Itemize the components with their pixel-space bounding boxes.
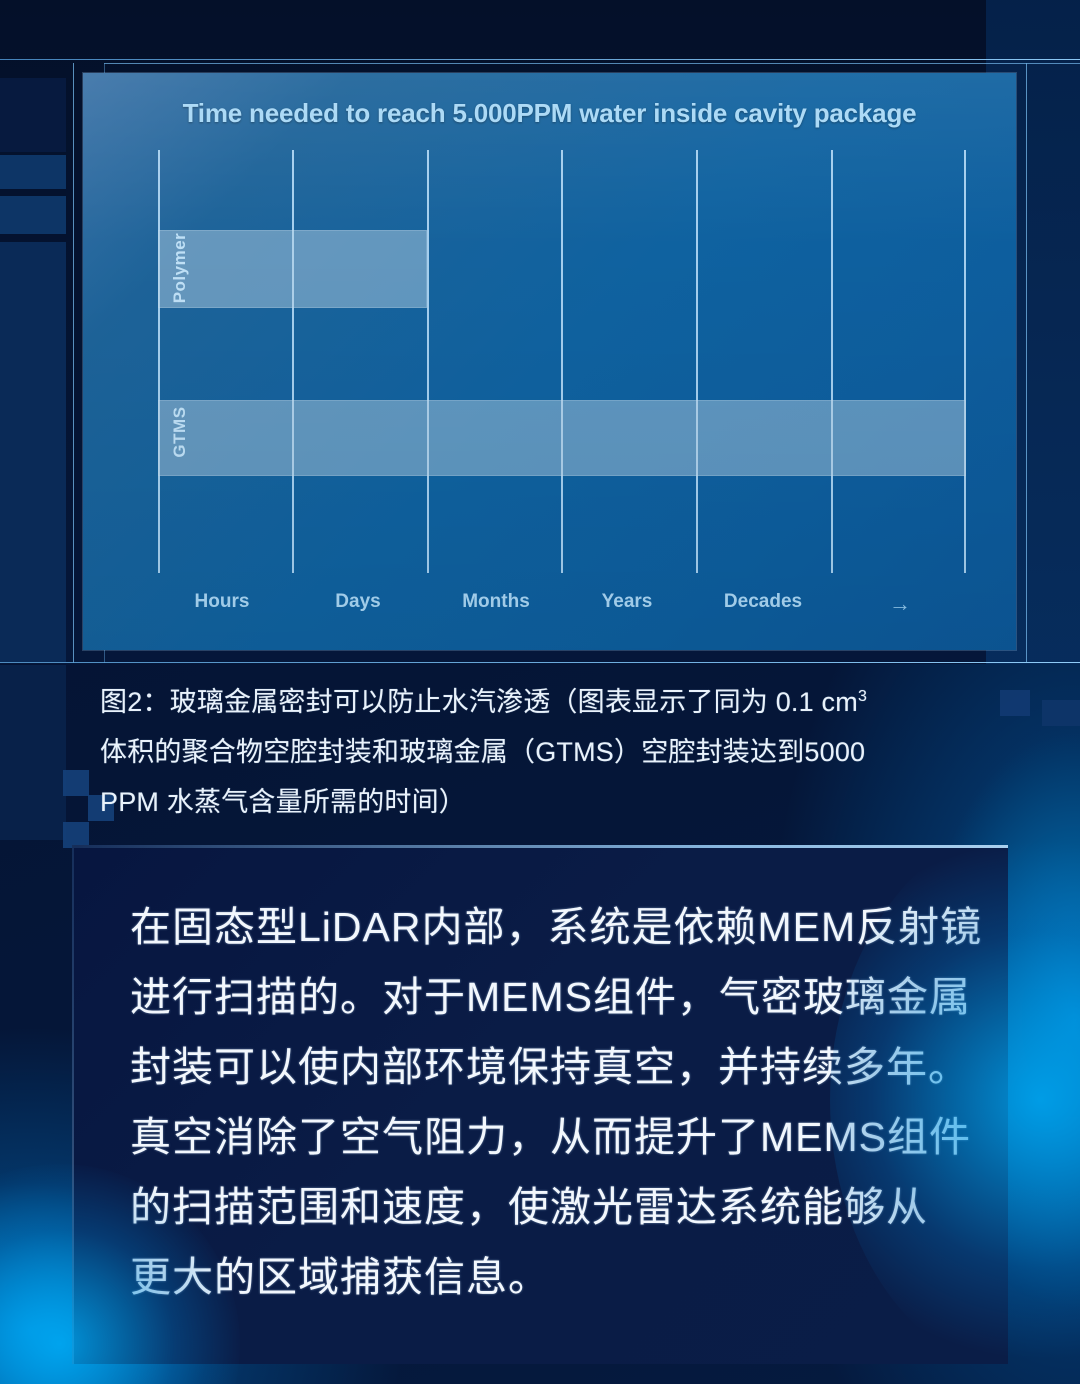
gridline-3 (427, 150, 429, 573)
frame-line-top (0, 59, 1080, 60)
x-tick-hours: Hours (194, 591, 250, 612)
decor-block-5 (0, 665, 66, 840)
body-line-5: 的扫描范围和速度，使激光雷达系统能够从 (130, 1184, 928, 1230)
caption-line-3: PPM 水蒸气含量所需的时间） (100, 787, 467, 817)
gridline-1 (158, 150, 160, 573)
gridline-6 (831, 150, 833, 573)
x-axis-tick-labels: Hours Days Months Years Decades → (158, 591, 1033, 621)
body-text-box: 在固态型LiDAR内部，系统是依赖MEM反射镜 进行扫描的。对于MEMS组件，气… (72, 845, 1008, 1364)
decor-square-5 (1042, 700, 1080, 726)
gridline-4 (561, 150, 563, 573)
frame-line-top-inner (104, 63, 1080, 64)
caption-superscript: 3 (857, 688, 868, 705)
caption-line-1: 图2：玻璃金属密封可以防止水汽渗透（图表显示了同为 0.1 cm (100, 687, 858, 717)
body-line-1: 在固态型LiDAR内部，系统是依赖MEM反射镜 (130, 904, 983, 950)
body-line-3: 封装可以使内部环境保持真空，并持续多年。 (130, 1044, 970, 1090)
gridline-2 (292, 150, 294, 573)
caption-line-2: 体积的聚合物空腔封装和玻璃金属（GTMS）空腔封装达到5000 (100, 737, 866, 767)
chart-title: Time needed to reach 5.000PPM water insi… (182, 98, 917, 128)
frame-line-bottom (0, 662, 1080, 663)
body-text-content: 在固态型LiDAR内部，系统是依赖MEM反射镜 进行扫描的。对于MEMS组件，气… (130, 892, 986, 1312)
x-tick-arrow-icon: → (889, 591, 911, 616)
frame-line-right (1026, 63, 1027, 663)
body-line-6: 更大的区域捕获信息。 (130, 1254, 550, 1300)
figure-caption: 图2：玻璃金属密封可以防止水汽渗透（图表显示了同为 0.1 cm3 体积的聚合物… (100, 672, 980, 827)
bar-gtms (158, 400, 966, 476)
body-line-4: 真空消除了空气阻力，从而提升了MEMS组件 (130, 1114, 971, 1160)
page-root: Time needed to reach 5.000PPM water insi… (0, 0, 1080, 1384)
x-tick-days: Days (335, 591, 381, 612)
frame-line-left (73, 63, 74, 663)
x-tick-months: Months (462, 591, 530, 612)
x-tick-decades: Decades (723, 591, 803, 612)
decor-square-1 (63, 770, 89, 796)
gridline-7 (964, 150, 966, 573)
y-axis-label-gtms: GTMS (170, 406, 189, 458)
decor-block-3 (0, 196, 66, 234)
bar-polymer (158, 230, 427, 308)
decor-square-4 (1000, 690, 1030, 716)
chart-plot-area: Polymer GTMS (158, 150, 966, 573)
chart-panel: Time needed to reach 5.000PPM water insi… (83, 73, 1016, 650)
decor-block-2 (0, 155, 66, 189)
x-tick-years: Years (601, 591, 653, 612)
decor-block-1 (0, 78, 66, 152)
decor-block-4 (0, 242, 66, 662)
y-axis-label-polymer: Polymer (170, 232, 189, 304)
gridline-5 (696, 150, 698, 573)
body-line-2: 进行扫描的。对于MEMS组件，气密玻璃金属 (130, 974, 971, 1020)
